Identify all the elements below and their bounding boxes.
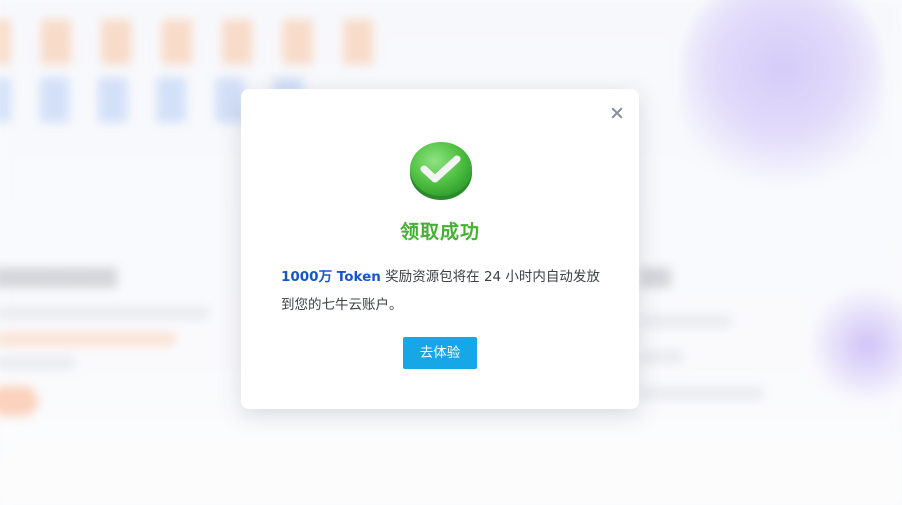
dialog-message: 1000万 Token 奖励资源包将在 24 小时内自动发放到您的七牛云账户。 — [281, 263, 601, 319]
try-now-button[interactable]: 去体验 — [403, 337, 477, 369]
close-icon[interactable] — [607, 103, 627, 123]
page: ▌▐▌▐▌▐▌▐▌▐▌▐▌ ▌▐▌▐▌▐▌▐▌▐▌ ▇▇▇▇▇▇▇▇ ▇▇ 领取… — [0, 0, 902, 505]
dialog-title: 领取成功 — [399, 221, 480, 243]
success-dialog: 领取成功 1000万 Token 奖励资源包将在 24 小时内自动发放到您的七牛… — [241, 89, 639, 409]
reward-amount: 1000万 Token — [281, 269, 381, 285]
check-circle-icon — [410, 142, 472, 200]
